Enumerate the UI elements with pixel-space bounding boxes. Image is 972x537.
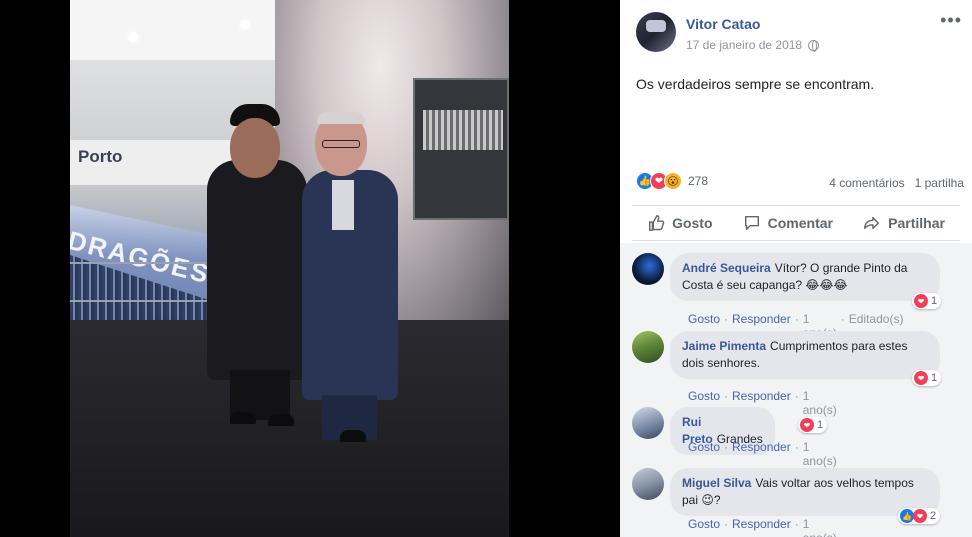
comment-reaction-count: 1 <box>931 295 938 307</box>
globe-icon <box>808 39 820 52</box>
comment-reactions[interactable]: ❤ 1 <box>912 293 942 309</box>
wow-icon: 😮 <box>664 172 682 190</box>
post-panel: Vitor Catao 17 de janeiro de 2018 ••• Os… <box>620 0 972 537</box>
comment-reply-link[interactable]: Responder <box>732 517 791 537</box>
commenter-name[interactable]: André Sequeira <box>682 261 771 275</box>
commenter-name[interactable]: Jaime Pimenta <box>682 339 766 353</box>
more-options-icon[interactable]: ••• <box>940 10 962 31</box>
post-date[interactable]: 17 de janeiro de 2018 <box>686 38 802 52</box>
commenter-avatar[interactable] <box>632 407 664 439</box>
author-avatar[interactable] <box>636 12 676 52</box>
comment-reaction-count: 1 <box>931 372 938 384</box>
comment-reaction-count: 2 <box>930 510 937 522</box>
love-icon: ❤ <box>800 418 814 432</box>
engagement-counts: 4 comentários 1 partilha <box>829 176 964 190</box>
person-left-head <box>230 118 280 178</box>
comment-time[interactable]: 1 ano(s) <box>803 517 837 537</box>
comment-like-link[interactable]: Gosto <box>688 440 720 468</box>
comment-icon <box>744 215 759 231</box>
ceiling-light <box>240 20 250 30</box>
comments-count[interactable]: 4 comentários <box>829 176 904 190</box>
share-label: Partilhar <box>888 215 945 231</box>
shoe <box>340 430 366 442</box>
post-actions-bar: Gosto Comentar Partilhar <box>632 205 960 241</box>
comment-like-link[interactable]: Gosto <box>688 517 720 537</box>
love-icon: ❤ <box>913 509 927 523</box>
thumbs-up-icon <box>649 215 665 231</box>
post-photo[interactable]: Porto DRAGÕES 19 <box>70 0 509 537</box>
comment-time[interactable]: 1 ano(s) <box>803 389 837 417</box>
comment-meta: Gosto· Responder· 1 ano(s) <box>688 440 837 468</box>
comment-button[interactable]: Comentar <box>743 214 833 232</box>
stadium-roof <box>70 0 280 60</box>
comment-time[interactable]: 1 ano(s) <box>803 440 837 468</box>
comment-reactions[interactable]: ❤ 1 <box>798 417 828 433</box>
commenter-avatar[interactable] <box>632 331 664 363</box>
comment-bubble: Miguel Silva Vais voltar aos velhos tempo… <box>670 468 940 516</box>
ceiling-light <box>128 32 138 42</box>
person-right-hair <box>317 112 365 124</box>
comment-reactions[interactable]: ❤ 1 <box>912 370 942 386</box>
comment-bubble: André Sequeira Vítor? O grande Pinto da C… <box>670 253 940 301</box>
commenter-avatar[interactable] <box>632 468 664 500</box>
love-icon: ❤ <box>914 294 928 308</box>
like-label: Gosto <box>672 215 713 231</box>
comments-section: André Sequeira Vítor? O grande Pinto da C… <box>620 243 972 537</box>
comment-reaction-count: 1 <box>817 419 824 431</box>
commenter-name[interactable]: Miguel Silva <box>682 476 751 490</box>
like-icon: 👍 <box>900 509 914 523</box>
like-button[interactable]: Gosto <box>647 214 713 232</box>
porto-sign-text: Porto <box>78 147 123 166</box>
person-left-coat <box>207 160 307 380</box>
share-button[interactable]: Partilhar <box>863 214 945 232</box>
shares-count[interactable]: 1 partilha <box>915 176 964 190</box>
post-caption: Os verdadeiros sempre se encontram. <box>636 76 875 92</box>
framed-team-photo <box>423 110 503 150</box>
commenter-avatar[interactable] <box>632 253 664 285</box>
comment-reply-link[interactable]: Responder <box>732 440 791 468</box>
author-name[interactable]: Vitor Catao <box>686 16 760 32</box>
reaction-count[interactable]: 278 <box>688 174 708 188</box>
glasses-icon <box>322 140 360 148</box>
comment-bubble: Jaime Pimenta Cumprimentos para estes doi… <box>670 331 940 379</box>
post-date-row: 17 de janeiro de 2018 <box>686 38 820 52</box>
photo-viewer: Porto DRAGÕES 19 <box>0 0 620 537</box>
reactions-summary[interactable]: 👍 ❤ 😮 278 <box>636 172 708 190</box>
shoe <box>230 412 256 424</box>
comment-label: Comentar <box>767 215 833 231</box>
comment-reactions[interactable]: 👍 ❤ 2 <box>898 508 941 524</box>
framed-picture <box>413 78 509 220</box>
shoe <box>268 414 294 426</box>
love-icon: ❤ <box>914 371 928 385</box>
comment-meta: Gosto· Responder· 1 ano(s) <box>688 517 837 537</box>
person-right-shirt <box>332 180 354 230</box>
share-icon <box>864 216 880 230</box>
